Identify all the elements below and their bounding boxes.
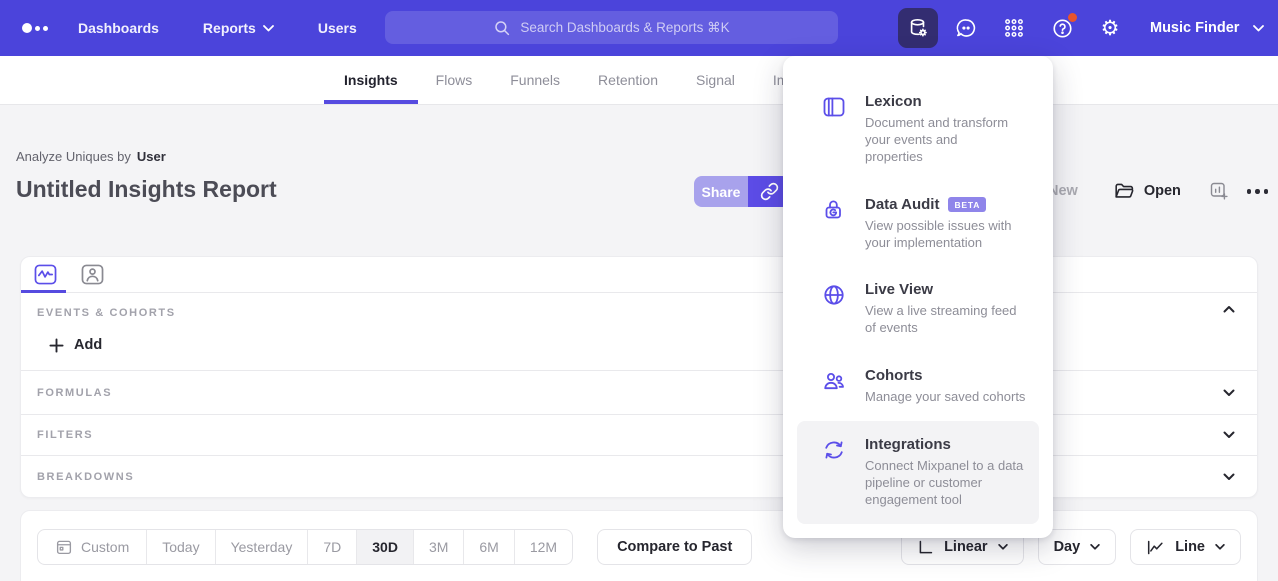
tab-signal[interactable]: Signal [696, 56, 735, 104]
messages-icon[interactable] [954, 16, 978, 40]
primary-nav: Dashboards Reports Users [78, 0, 357, 56]
data-management-menu: Lexicon Document and transform your even… [783, 56, 1053, 538]
collapse-section-icon[interactable] [1223, 305, 1235, 313]
analysis-entity[interactable]: User [137, 149, 166, 164]
metrics-view-tab-icon[interactable] [34, 264, 57, 285]
range-12m[interactable]: 12M [514, 530, 572, 564]
query-builder-card: EVENTS & COHORTS Add FORMULAS FILTERS BR… [20, 256, 1258, 498]
link-icon [760, 182, 779, 201]
filters-label: FILTERS [37, 429, 93, 441]
range-today[interactable]: Today [146, 530, 214, 564]
lexicon-icon [822, 95, 846, 119]
report-actions: New Open [1048, 181, 1270, 202]
expand-section-icon[interactable] [1223, 389, 1235, 397]
report-tabbar: Insights Flows Funnels Retention Signal … [0, 56, 1278, 105]
add-label: Add [74, 337, 102, 353]
chevron-down-icon [1253, 25, 1264, 32]
menu-item-title: Integrations [865, 436, 1029, 453]
menu-item-title: Cohorts [865, 367, 1025, 384]
search-icon [493, 19, 511, 37]
range-30d[interactable]: 30D [356, 530, 413, 564]
menu-item-lexicon[interactable]: Lexicon Document and transform your even… [797, 78, 1039, 181]
analyze-uniques-label: Analyze Uniques byUser [16, 149, 166, 164]
range-yesterday[interactable]: Yesterday [215, 530, 308, 564]
builder-view-tabs [21, 257, 1257, 293]
menu-item-live-view[interactable]: Live View View a live streaming feed of … [797, 266, 1039, 352]
chart-toolbar-card: Custom Today Yesterday 7D 30D 3M 6M 12M … [20, 510, 1258, 581]
folder-icon [1114, 182, 1135, 200]
top-nav: Dashboards Reports Users Search Dashboar… [0, 0, 1278, 56]
open-report-button[interactable]: Open [1114, 182, 1181, 200]
menu-item-desc: Manage your saved cohorts [865, 389, 1025, 406]
nav-reports-label: Reports [203, 20, 256, 36]
range-custom[interactable]: Custom [38, 530, 146, 564]
compare-to-past-button[interactable]: Compare to Past [597, 529, 752, 565]
expand-section-icon[interactable] [1223, 473, 1235, 481]
chevron-down-icon [998, 544, 1008, 550]
menu-item-title: Data Audit BETA [865, 196, 1029, 213]
calendar-icon [55, 538, 73, 556]
tab-insights[interactable]: Insights [344, 56, 398, 104]
line-chart-icon [1146, 539, 1165, 556]
menu-item-title: Live View [865, 281, 1029, 298]
tab-retention[interactable]: Retention [598, 56, 658, 104]
chevron-down-icon [1090, 544, 1100, 550]
share-button-group: Share [694, 176, 790, 207]
menu-item-desc: Document and transform your events and p… [865, 115, 1017, 166]
settings-gear-icon[interactable]: ⚙ [1098, 16, 1122, 40]
help-icon[interactable] [1050, 16, 1074, 40]
beta-badge: BETA [948, 197, 986, 212]
project-name: Music Finder [1150, 20, 1239, 36]
nav-users[interactable]: Users [318, 20, 357, 36]
chevron-down-icon [1215, 544, 1225, 550]
formulas-label: FORMULAS [37, 387, 112, 399]
formulas-section[interactable]: FORMULAS [21, 371, 1257, 415]
nav-dashboards[interactable]: Dashboards [78, 20, 159, 36]
events-cohorts-label: EVENTS & COHORTS [37, 307, 176, 319]
breakdowns-label: BREAKDOWNS [37, 471, 134, 483]
more-options-icon[interactable] [1245, 181, 1271, 202]
report-title[interactable]: Untitled Insights Report [16, 176, 277, 203]
project-switcher[interactable]: Music Finder [1150, 0, 1264, 56]
active-tab-underline [324, 100, 418, 104]
live-view-icon [822, 283, 846, 307]
menu-item-integrations[interactable]: Integrations Connect Mixpanel to a data … [797, 421, 1039, 524]
add-to-board-icon[interactable] [1209, 181, 1229, 201]
apps-grid-icon[interactable] [1002, 16, 1026, 40]
integrations-icon [822, 438, 846, 462]
menu-item-title: Lexicon [865, 93, 1017, 110]
expand-section-icon[interactable] [1223, 431, 1235, 439]
date-range-control: Custom Today Yesterday 7D 30D 3M 6M 12M [37, 529, 573, 565]
menu-item-desc: View possible issues with your implement… [865, 218, 1029, 252]
tab-funnels[interactable]: Funnels [510, 56, 560, 104]
tab-flows[interactable]: Flows [436, 56, 473, 104]
filters-section[interactable]: FILTERS [21, 415, 1257, 456]
menu-item-desc: Connect Mixpanel to a data pipeline or c… [865, 458, 1029, 509]
menu-item-data-audit[interactable]: Data Audit BETA View possible issues wit… [797, 181, 1039, 267]
range-7d[interactable]: 7D [307, 530, 356, 564]
add-event-button[interactable]: Add [49, 337, 102, 353]
open-label: Open [1144, 183, 1181, 199]
cohorts-icon [822, 369, 846, 393]
notification-dot [1068, 13, 1077, 22]
axis-icon [917, 539, 934, 556]
menu-item-desc: View a live streaming feed of events [865, 303, 1029, 337]
range-3m[interactable]: 3M [413, 530, 463, 564]
range-6m[interactable]: 6M [463, 530, 513, 564]
events-cohorts-section: EVENTS & COHORTS Add [21, 293, 1257, 371]
chevron-down-icon [263, 25, 274, 32]
data-audit-icon [822, 198, 846, 222]
data-management-icon[interactable] [898, 8, 938, 48]
search-input[interactable]: Search Dashboards & Reports ⌘K [385, 11, 838, 44]
mixpanel-logo-icon[interactable] [22, 0, 48, 56]
search-placeholder: Search Dashboards & Reports ⌘K [520, 20, 729, 36]
menu-item-cohorts[interactable]: Cohorts Manage your saved cohorts [797, 352, 1039, 421]
breakdowns-section[interactable]: BREAKDOWNS [21, 456, 1257, 497]
plus-icon [49, 338, 64, 353]
profiles-view-tab-icon[interactable] [81, 264, 104, 285]
nav-reports[interactable]: Reports [203, 20, 274, 36]
app-window: Dashboards Reports Users Search Dashboar… [0, 0, 1278, 581]
share-button[interactable]: Share [694, 176, 748, 207]
chart-type-dropdown[interactable]: Line [1130, 529, 1241, 565]
